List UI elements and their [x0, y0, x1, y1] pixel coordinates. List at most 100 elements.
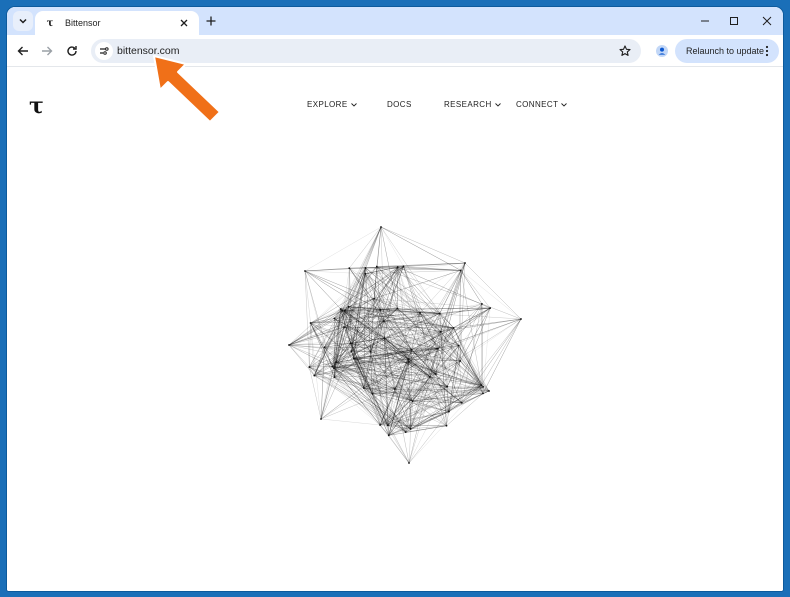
network-edge	[439, 313, 454, 329]
network-node	[448, 410, 450, 413]
tab-search-icon[interactable]	[13, 11, 33, 31]
network-node	[402, 265, 405, 268]
network-node	[373, 297, 375, 300]
close-icon[interactable]	[177, 16, 191, 30]
network-node	[375, 265, 378, 268]
tab-strip: τ Bittensor	[7, 7, 783, 35]
network-node	[383, 337, 386, 339]
network-edge	[481, 303, 483, 386]
network-edge	[380, 226, 466, 264]
annotation-arrow	[153, 55, 221, 123]
network-edge	[363, 388, 410, 464]
tab-title: Bittensor	[65, 18, 101, 28]
nav-connect[interactable]: CONNECT	[516, 100, 568, 109]
close-window-icon[interactable]	[759, 13, 775, 29]
network-node	[387, 434, 390, 437]
toolbar: bittensor.com Relaunch to update	[7, 35, 783, 67]
relaunch-button[interactable]: Relaunch to update	[675, 39, 779, 63]
network-node	[320, 418, 322, 420]
network-node	[380, 226, 382, 228]
maximize-icon[interactable]	[726, 13, 742, 29]
network-node	[439, 330, 442, 333]
network-node	[396, 266, 399, 268]
network-node	[419, 311, 421, 314]
network-node	[364, 267, 367, 269]
network-node	[407, 358, 410, 360]
network-node	[488, 390, 490, 392]
network-node	[408, 361, 410, 363]
network-node	[288, 344, 290, 346]
network-node	[434, 373, 437, 376]
network-edge	[388, 435, 410, 464]
network-node	[489, 307, 492, 309]
network-edge	[320, 377, 335, 420]
network-node	[308, 366, 311, 368]
network-node	[379, 308, 382, 311]
network-edge	[304, 270, 381, 310]
network-edge	[288, 344, 310, 368]
bookmark-star-icon[interactable]	[617, 43, 633, 59]
tab-favicon: τ	[46, 17, 54, 29]
network-node	[482, 392, 484, 395]
network-node	[457, 344, 460, 347]
network-node	[343, 326, 346, 328]
network-node	[349, 342, 352, 345]
network-node	[393, 388, 396, 390]
network-node	[347, 305, 350, 308]
chevron-down-icon	[561, 102, 568, 107]
network-node	[343, 309, 346, 312]
network-node	[404, 431, 407, 433]
network-node	[350, 350, 353, 353]
network-edge	[380, 226, 404, 267]
network-node	[323, 346, 326, 349]
network-node	[481, 303, 483, 305]
site-logo[interactable]: τ	[29, 93, 44, 119]
network-edge	[288, 308, 341, 346]
minimize-icon[interactable]	[697, 13, 713, 29]
network-node	[520, 318, 522, 320]
network-node	[352, 357, 355, 360]
relaunch-label: Relaunch to update	[686, 46, 765, 56]
kebab-menu-icon[interactable]	[761, 44, 773, 58]
network-node	[396, 307, 399, 310]
network-edge	[439, 270, 461, 314]
site-info-icon[interactable]	[95, 42, 113, 60]
network-node	[446, 385, 449, 388]
nav-docs-label: DOCS	[387, 100, 412, 109]
network-node	[411, 400, 414, 403]
network-edge	[460, 270, 491, 309]
network-edge	[304, 270, 311, 324]
nav-docs[interactable]: DOCS	[387, 100, 412, 109]
network-node	[331, 365, 334, 368]
network-edge	[333, 368, 406, 433]
network-edge	[460, 270, 482, 386]
profile-icon[interactable]	[651, 40, 673, 62]
chevron-down-icon	[350, 102, 357, 107]
network-edge	[453, 318, 522, 329]
nav-research[interactable]: RESEARCH	[444, 100, 501, 109]
web-page: τ EXPLORE DOCS RESEARCH CONNECT	[7, 68, 783, 591]
network-edge	[464, 262, 522, 320]
network-edge	[309, 322, 311, 368]
network-node	[459, 360, 462, 362]
network-node	[362, 387, 365, 390]
network-edge	[304, 267, 350, 272]
network-node	[371, 392, 374, 395]
nav-explore-label: EXPLORE	[307, 100, 348, 109]
network-node	[379, 424, 381, 426]
forward-arrow-icon[interactable]	[39, 43, 55, 59]
nav-explore[interactable]: EXPLORE	[307, 100, 357, 109]
network-node	[410, 348, 413, 351]
back-arrow-icon[interactable]	[15, 43, 31, 59]
network-node	[333, 317, 336, 320]
network-node	[459, 269, 462, 272]
nav-connect-label: CONNECT	[516, 100, 559, 109]
network-edge	[482, 318, 522, 394]
reload-icon[interactable]	[64, 43, 80, 59]
tab-bittensor[interactable]: τ Bittensor	[35, 11, 199, 35]
network-edge	[365, 267, 440, 314]
network-node	[464, 262, 466, 264]
network-node	[460, 401, 463, 404]
network-node	[382, 320, 385, 322]
plus-icon[interactable]	[203, 13, 219, 29]
